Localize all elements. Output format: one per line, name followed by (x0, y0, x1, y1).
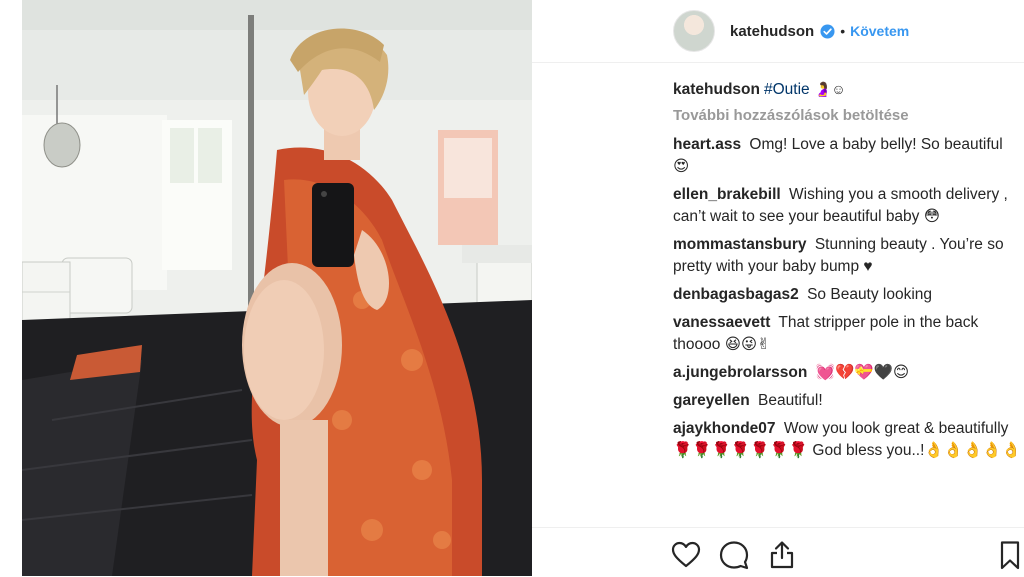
comment-username[interactable]: gareyellen (673, 392, 750, 409)
comment-item: denbagasbagas2 So Beauty looking (673, 284, 1023, 306)
comment-username[interactable]: heart.ass (673, 136, 741, 153)
comment-username[interactable]: vanessaevett (673, 314, 770, 331)
comment-username[interactable]: ellen_brakebill (673, 186, 781, 203)
comment-bubble-icon[interactable] (718, 539, 750, 571)
comment-text: Beautiful! (758, 392, 823, 409)
post-action-bar (532, 527, 1024, 577)
post-header: katehudson • Követem (532, 0, 1024, 63)
share-icon[interactable] (766, 539, 798, 571)
verified-badge-icon (820, 23, 835, 39)
comment-item: a.jungebrolarsson 💓💔💝🖤😊 (673, 362, 1023, 384)
post-caption: katehudson #Outie 🤰☺ (673, 78, 1023, 101)
follow-button[interactable]: Követem (850, 23, 909, 39)
comment-item: ajaykhonde07 Wow you look great & beauti… (673, 418, 1023, 462)
profile-avatar[interactable] (673, 10, 715, 52)
comment-item: vanessaevett That stripper pole in the b… (673, 312, 1023, 356)
comment-username[interactable]: mommastansbury (673, 236, 807, 253)
comment-item: mommastansbury Stunning beauty . You’re … (673, 234, 1023, 278)
comment-item: gareyellen Beautiful! (673, 390, 1023, 412)
post-photo (22, 0, 532, 576)
comment-username[interactable]: ajaykhonde07 (673, 420, 776, 437)
caption-hashtag[interactable]: #Outie (764, 81, 810, 98)
comment-item: heart.ass Omg! Love a baby belly! So bea… (673, 134, 1023, 178)
comment-username[interactable]: denbagasbagas2 (673, 286, 799, 303)
caption-username[interactable]: katehudson (673, 81, 760, 98)
caption-emojis: 🤰☺ (813, 81, 846, 97)
bookmark-icon[interactable] (994, 539, 1024, 571)
comment-text: 💓💔💝🖤😊 (815, 364, 910, 381)
comment-text: So Beauty looking (807, 286, 933, 303)
comment-item: ellen_brakebill Wishing you a smooth del… (673, 184, 1023, 228)
load-more-comments-button[interactable]: További hozzászólások betöltése (673, 107, 1023, 124)
post-side-panel: katehudson • Követem katehudson #Outie 🤰☺… (532, 0, 1024, 576)
header-separator: • (840, 23, 846, 39)
heart-icon[interactable] (670, 539, 702, 571)
comment-username[interactable]: a.jungebrolarsson (673, 364, 807, 381)
author-username[interactable]: katehudson (730, 23, 814, 40)
comment-list: katehudson #Outie 🤰☺ További hozzászóláso… (673, 78, 1023, 468)
